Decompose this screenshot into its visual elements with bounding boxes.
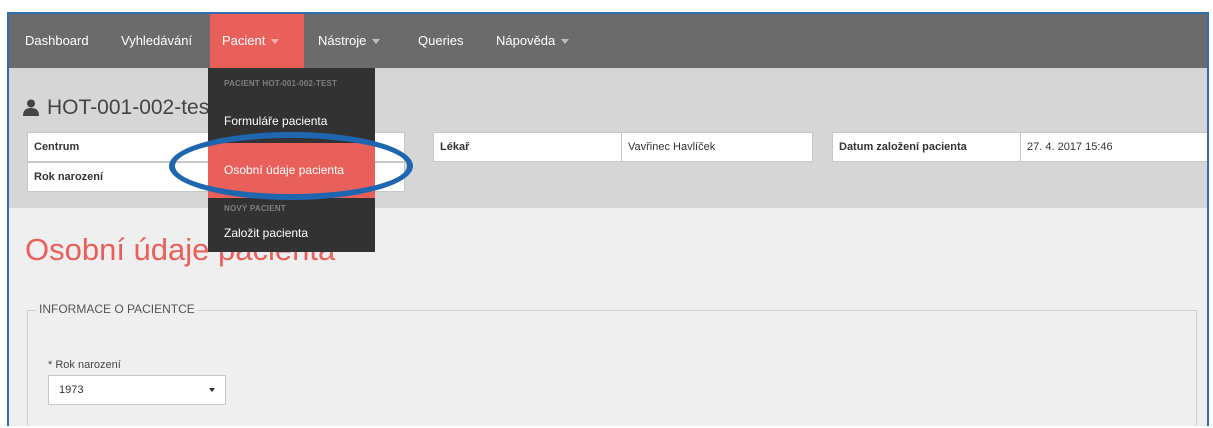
app-window: Dashboard Vyhledávání Pacient Nástroje Q… — [7, 12, 1209, 426]
menu-item-osobni-udaje-label: Osobní údaje pacienta — [224, 163, 345, 177]
chevron-down-icon — [209, 388, 215, 392]
lekar-label: Lékař — [433, 132, 623, 162]
nav-napoveda-label: Nápověda — [496, 33, 556, 48]
patient-title-text: HOT-001-002-test — [47, 96, 216, 119]
fieldset-legend: INFORMACE O PACIENTCE — [36, 302, 198, 316]
nav-pacient[interactable]: Pacient — [210, 14, 304, 68]
menu-item-zalozit-pacienta-label: Založit pacienta — [224, 226, 309, 240]
lekar-value: Vavřinec Havlíček — [621, 132, 813, 162]
rok-narozeni-field-label: * Rok narození — [48, 359, 121, 371]
user-icon — [23, 99, 39, 116]
patient-title: HOT-001-002-test — [23, 96, 215, 120]
chevron-down-icon — [372, 39, 381, 45]
nav-dashboard[interactable]: Dashboard — [13, 14, 101, 68]
chevron-down-icon — [271, 39, 280, 45]
dropdown-header-new-patient: NOVÝ PACIENT — [224, 204, 286, 213]
nav-queries-label: Queries — [418, 33, 464, 48]
chevron-down-icon — [561, 39, 570, 45]
nav-nastroje[interactable]: Nástroje — [306, 14, 392, 68]
menu-item-formulare-pacienta[interactable]: Formuláře pacienta — [208, 106, 375, 136]
rok-narozeni-select[interactable]: 1973 — [48, 375, 226, 405]
menu-item-osobni-udaje[interactable]: Osobní údaje pacienta — [208, 143, 375, 198]
dropdown-header-patient: PACIENT HOT-001-002-TEST — [224, 79, 338, 88]
datum-zalozeni-label: Datum založení pacienta — [832, 132, 1022, 162]
nav-queries[interactable]: Queries — [406, 14, 476, 68]
nav-pacient-label: Pacient — [222, 33, 266, 48]
menu-item-formulare-pacienta-label: Formuláře pacienta — [224, 114, 328, 128]
patient-header: HOT-001-002-test Centrum Rok narození Lé… — [9, 68, 1207, 208]
nav-dashboard-label: Dashboard — [25, 33, 89, 48]
pacient-dropdown-menu: PACIENT HOT-001-002-TEST Formuláře pacie… — [208, 68, 375, 252]
nav-nastroje-label: Nástroje — [318, 33, 367, 48]
rok-narozeni-select-value: 1973 — [59, 384, 84, 396]
patient-info-fieldset: INFORMACE O PACIENTCE * Rok narození 197… — [27, 302, 1197, 426]
nav-vyhledavani-label: Vyhledávání — [121, 33, 193, 48]
nav-napoveda[interactable]: Nápověda — [484, 14, 581, 68]
menu-item-zalozit-pacienta[interactable]: Založit pacienta — [208, 218, 375, 248]
nav-vyhledavani[interactable]: Vyhledávání — [109, 14, 204, 68]
datum-zalozeni-value: 27. 4. 2017 15:46 — [1020, 132, 1207, 162]
top-navbar: Dashboard Vyhledávání Pacient Nástroje Q… — [9, 14, 1207, 68]
